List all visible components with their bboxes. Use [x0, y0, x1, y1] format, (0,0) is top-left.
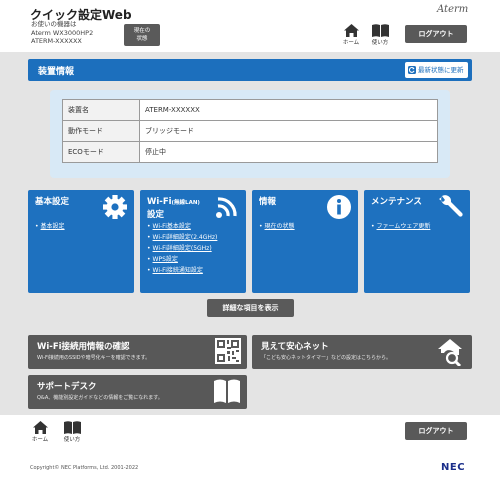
device-info-bar: 装置情報 最新状態に更新 [28, 59, 472, 81]
help-button[interactable]: 使い方 [367, 24, 393, 50]
row-key: 動作モード [62, 120, 140, 142]
refresh-label: 最新状態に更新 [418, 66, 464, 74]
footer-home-label: ホーム [31, 437, 49, 443]
home-search-icon [438, 339, 462, 366]
row-key: 装置名 [62, 99, 140, 121]
tile-title: 基本設定 [35, 197, 70, 207]
logout-button[interactable]: ログアウト [405, 25, 467, 43]
banner-title: サポートデスク [37, 382, 97, 392]
tile-wifi-settings: Wi-Fi(無線LAN) 設定 Wi-Fi基本設定 Wi-Fi詳細設定(2.4G… [140, 190, 246, 293]
nec-logo: NEC [441, 462, 466, 473]
home-icon [343, 24, 359, 37]
banner-support-desk[interactable]: サポートデスク Q&A、機能別設定ガイドなどの情報をご覧になれます。 [28, 375, 247, 409]
device-info-panel: 装置名 ATERM-XXXXXX 動作モード ブリッジモード ECOモード 停止… [50, 90, 450, 178]
copyright: Copyright© NEC Platforms, Ltd. 2001-2022 [30, 465, 139, 471]
footer-home-button[interactable]: ホーム [27, 421, 53, 447]
qr-code-icon [215, 338, 241, 364]
row-value: 停止中 [139, 141, 438, 163]
tile-title: メンテナンス [371, 197, 422, 207]
brand-logo: Aterm [437, 4, 469, 15]
link-current-status[interactable]: 現在の状態 [259, 221, 295, 232]
tile-title-line2: 設定 [147, 210, 165, 220]
link-wifi-detail-5ghz[interactable]: Wi-Fi詳細設定(5GHz) [147, 243, 217, 254]
banner-mieru-anshin-net[interactable]: 見えて安心ネット 「こども安心ネットタイマー」などの設定はこちらから。 [252, 335, 472, 369]
footer-help-label: 使い方 [63, 437, 81, 443]
link-wps-settings[interactable]: WPS設定 [147, 254, 217, 265]
footer-nav: ホーム 使い方 ログアウト [0, 415, 500, 455]
book-icon [371, 24, 389, 37]
banner-title: 見えて安心ネット [261, 342, 329, 352]
wrench-icon [439, 195, 463, 217]
footer-help-button[interactable]: 使い方 [59, 421, 85, 447]
table-row: ECOモード 停止中 [62, 141, 438, 163]
current-status-button[interactable]: 現在の 状態 [124, 24, 160, 46]
header: クイック設定Web お使いの機器は Aterm WX3000HP2 ATERM-… [0, 0, 500, 52]
refresh-icon [408, 66, 416, 74]
current-status-label-2: 状態 [136, 36, 148, 42]
device-info-title: 装置情報 [38, 67, 75, 77]
tile-link-list: ファームウェア更新 [371, 221, 431, 232]
device-model: Aterm WX3000HP2 [31, 28, 94, 37]
tile-information: 情報 現在の状態 [252, 190, 358, 293]
current-status-label-1: 現在の [133, 28, 151, 34]
banner-desc: Wi-Fi接続用のSSIDや暗号化キーを確認できます。 [37, 355, 151, 361]
banner-desc: Q&A、機能別設定ガイドなどの情報をご覧になれます。 [37, 395, 163, 401]
info-icon [327, 195, 351, 219]
home-label: ホーム [342, 40, 360, 46]
row-value: ブリッジモード [139, 120, 438, 142]
table-row: 装置名 ATERM-XXXXXX [62, 99, 438, 121]
show-details-button[interactable]: 詳細な項目を表示 [207, 299, 294, 317]
gear-icon [103, 195, 127, 219]
row-key: ECOモード [62, 141, 140, 163]
home-button[interactable]: ホーム [338, 24, 364, 50]
device-info-line: お使いの機器は [31, 20, 77, 28]
banner-desc: 「こども安心ネットタイマー」などの設定はこちらから。 [261, 355, 392, 361]
tile-link-list: 基本設定 [35, 221, 65, 232]
tile-title-main: Wi-Fi [147, 197, 172, 207]
tile-link-list: 現在の状態 [259, 221, 295, 232]
link-basic-settings[interactable]: 基本設定 [35, 221, 65, 232]
wifi-icon [216, 197, 237, 218]
device-info: お使いの機器は Aterm WX3000HP2 ATERM-XXXXXX [31, 20, 93, 46]
tile-maintenance: メンテナンス ファームウェア更新 [364, 190, 470, 293]
home-icon [32, 421, 48, 434]
banner-title: Wi-Fi接続用情報の確認 [37, 342, 130, 352]
help-label: 使い方 [371, 40, 389, 46]
tile-title: Wi-Fi(無線LAN) 設定 [147, 196, 200, 221]
refresh-button[interactable]: 最新状態に更新 [405, 62, 468, 78]
book-icon [214, 379, 240, 403]
link-firmware-update[interactable]: ファームウェア更新 [371, 221, 431, 232]
link-wifi-detail-24ghz[interactable]: Wi-Fi詳細設定(2.4GHz) [147, 232, 218, 243]
link-wifi-basic[interactable]: Wi-Fi基本設定 [147, 221, 217, 232]
banner-wifi-connection-info[interactable]: Wi-Fi接続用情報の確認 Wi-Fi接続用のSSIDや暗号化キーを確認できます… [28, 335, 247, 369]
footer-logout-button[interactable]: ログアウト [405, 422, 467, 440]
tile-basic-settings: 基本設定 基本設定 [28, 190, 134, 293]
book-icon [63, 421, 81, 434]
tile-title-sub: (無線LAN) [171, 200, 200, 206]
link-wifi-notify[interactable]: Wi-Fi接続通知設定 [147, 265, 217, 276]
tile-title: 情報 [259, 197, 277, 207]
tile-link-list: Wi-Fi基本設定 Wi-Fi詳細設定(2.4GHz) Wi-Fi詳細設定(5G… [147, 221, 218, 276]
table-row: 動作モード ブリッジモード [62, 120, 438, 142]
device-name: ATERM-XXXXXX [31, 37, 82, 45]
device-info-table: 装置名 ATERM-XXXXXX 動作モード ブリッジモード ECOモード 停止… [62, 99, 438, 163]
row-value: ATERM-XXXXXX [139, 99, 438, 121]
